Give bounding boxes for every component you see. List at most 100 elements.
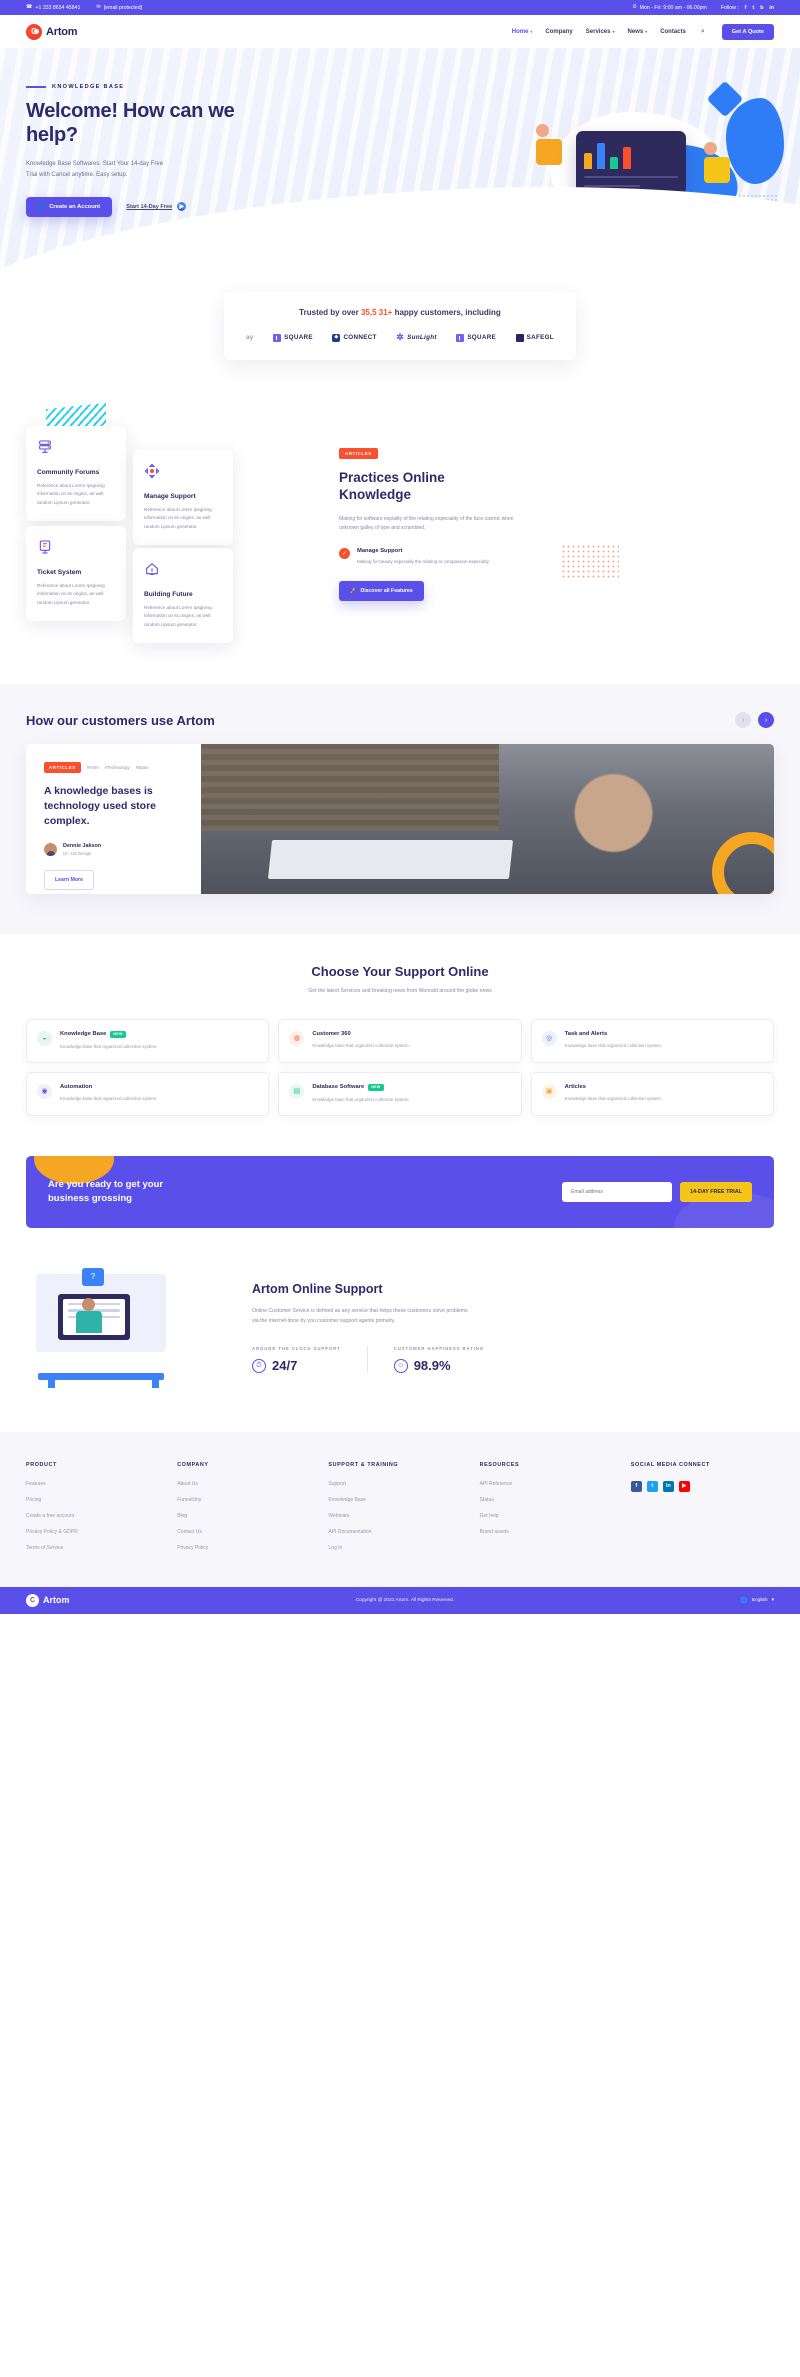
top-bar-contacts: ☎ +1 333 8654 45841 ✉ [email protected] [26,4,142,11]
feature-title-0: Community Forums [37,469,100,476]
search-icon[interactable]: ⌕ [701,28,705,36]
footer-link-1-3[interactable]: Contact Us [177,1529,320,1535]
practices-text: Making for software espiality of the rel… [339,515,514,532]
client-label-5: SAFEGL [526,334,554,341]
email-input[interactable] [562,1181,673,1202]
phone-item[interactable]: ☎ +1 333 8654 45841 [26,4,81,11]
client-label-3: SunLight [407,334,437,341]
feature-card-building-future[interactable]: Building Future Reference about Lorem Ip… [133,548,233,644]
start-free-trial-link[interactable]: Start 14-Day Free ▶ [126,202,187,212]
trusted-heading: Trusted by over 35,5 31+ happy customers… [242,308,558,317]
client-logo-4: SQUARE [456,333,496,342]
footer-link-2-4[interactable]: Log In [328,1545,471,1551]
footer-link-2-2[interactable]: Webinars [328,1513,471,1519]
nav-item-home[interactable]: Home ▾ [512,29,533,35]
linkedin-icon[interactable]: in [769,5,774,11]
footer-link-0-1[interactable]: Pricing [26,1497,169,1503]
twitter-icon[interactable]: t [646,1480,658,1492]
footer-link-1-2[interactable]: Blog [177,1513,320,1519]
carousel-prev-button[interactable]: ‹ [735,712,751,728]
footer-link-3-2[interactable]: Get help [480,1513,623,1519]
footer-link-0-0[interactable]: Features [26,1481,169,1487]
linkedin-icon[interactable]: in [662,1480,674,1492]
feature-card-ticket-system[interactable]: Ticket System Reference about Lorem Ipsg… [26,526,126,622]
testimonial-tag-0[interactable]: #Html [87,765,99,770]
footer-heading-3: RESOURCES [479,1461,520,1468]
footer-link-2-3[interactable]: API Documentation [328,1529,471,1535]
nav-item-contacts[interactable]: Contacts [660,29,686,35]
footer-link-2-1[interactable]: Knowledge Base [328,1497,471,1503]
footer-link-1-1[interactable]: FunnelUny [177,1497,320,1503]
copyright-text: Copyright @ 2021 Artom. All Rights Reser… [355,1597,455,1603]
create-account-button[interactable]: 👤 Create an Account [26,196,113,217]
footer-bar: C Artom Copyright @ 2021 Artom. All Righ… [0,1586,800,1614]
language-selector[interactable]: 🌐 English ▾ [740,1597,774,1604]
support-section: Choose Your Support Online Get the lates… [0,934,800,1150]
practices-check-text: Making for beauty especially the relatin… [357,559,490,565]
discover-features-button[interactable]: 🚀 Discover all Features [339,581,424,602]
support-card-automation[interactable]: ◉ Automation Knowledge base that organiz… [26,1071,270,1116]
logo[interactable]: C Artom [26,23,78,40]
footer-link-3-1[interactable]: Status [480,1497,623,1503]
nav-item-company[interactable]: Company [545,29,572,35]
square-icon [273,333,282,342]
nav-item-news[interactable]: News ▾ [627,29,647,35]
testimonial-copy: ARTICLES #Html #Technology #Base A knowl… [26,744,201,894]
support-card-task-and-alerts[interactable]: ◎ Task and Alerts Knowledge base that or… [530,1018,774,1063]
sun-icon: ✲ [396,332,405,342]
support-grid: ◒ Knowledge Base NEW Knowledge base that… [26,1018,774,1116]
start-free-label: Start 14-Day Free [126,203,173,210]
nav-item-services[interactable]: Services ▾ [586,29,615,35]
rocket-icon: 🚀 [350,588,357,595]
footer-link-2-0[interactable]: Support [328,1481,471,1487]
brand-name: Artom [46,25,78,38]
twitter-icon[interactable]: t [752,5,754,11]
footer-link-0-2[interactable]: Create a free account [26,1513,169,1519]
footer-link-0-4[interactable]: Terms of Service [26,1545,169,1551]
feature-card-community-forums[interactable]: Community Forums Reference about Lorem I… [26,426,126,522]
email-item[interactable]: ✉ [email protected] [96,4,142,10]
phone-number: +1 333 8654 45841 [35,4,81,11]
feature-card-manage-support[interactable]: Manage Support Reference about Lorem Ips… [133,450,233,546]
cta-form: 14-DAY FREE TRIAL [562,1181,752,1202]
support-card-articles[interactable]: ▣ Articles Knowledge base that organized… [530,1071,774,1116]
stat-value-wrap-0: ⏱ 24/7 [252,1358,341,1373]
carousel-next-button[interactable]: › [758,712,774,728]
page-root: ☎ +1 333 8654 45841 ✉ [email protected] … [0,0,800,1614]
testimonial-tag-1[interactable]: #Technology [105,765,130,770]
footer-link-3-0[interactable]: API Reference [480,1481,623,1487]
footer-logo[interactable]: C Artom [26,1593,70,1607]
footer-column-resources: RESOURCES API Reference Status Get help … [480,1462,623,1561]
youtube-icon[interactable]: ▶ [678,1480,690,1492]
free-trial-button[interactable]: 14-DAY FREE TRIAL [680,1181,752,1202]
testimonial-tag-2[interactable]: #Base [136,765,149,770]
footer-link-1-0[interactable]: About Us [177,1481,320,1487]
support-card-database-software[interactable]: ▤ Database Software NEW Knowledge base t… [278,1071,522,1116]
learn-more-button[interactable]: Learn More [44,869,94,890]
chevron-down-icon: ▾ [645,29,648,34]
facebook-icon[interactable]: f [630,1480,642,1492]
trusted-text-after: happy customers, including [392,308,501,317]
support-title-text-1: Customer 360 [312,1030,351,1037]
footer-link-3-3[interactable]: Brand assets [480,1529,623,1535]
support-card-knowledge-base[interactable]: ◒ Knowledge Base NEW Knowledge base that… [26,1018,270,1063]
support-card-body-4: Database Software NEW Knowledge base tha… [312,1083,410,1104]
customers-header: How our customers use Artom ‹ › [26,712,774,728]
support-card-customer-360[interactable]: ◍ Customer 360 Knowledge base that organ… [278,1018,522,1063]
footer-link-0-3[interactable]: Privacy Policy & GDPR [26,1529,169,1535]
trusted-count: 35,5 31+ [360,308,393,317]
testimonial-quote: A knowledge bases is technology used sto… [44,785,157,827]
support-card-body-1: Customer 360 Knowledge base that organiz… [312,1031,409,1050]
clock-icon: ⏱ [632,3,637,10]
hero-section: KNOWLEDGE BASE Welcome! How can we help?… [0,48,800,270]
footer-link-1-4[interactable]: Privacy Policy [177,1545,320,1551]
support-card-text-0: Knowledge base that organized collection… [60,1043,158,1049]
get-a-quote-button[interactable]: Get A Quote [721,23,774,40]
facebook-icon[interactable]: f [745,5,747,11]
support-title-text-5: Articles [564,1083,586,1090]
nav-label-services: Services [585,28,611,35]
behance-icon[interactable]: b [760,5,763,11]
support-card-text-5: Knowledge base that organized collection… [564,1095,663,1101]
client-logo-1: SQUARE [273,333,313,342]
house-icon [146,562,158,575]
